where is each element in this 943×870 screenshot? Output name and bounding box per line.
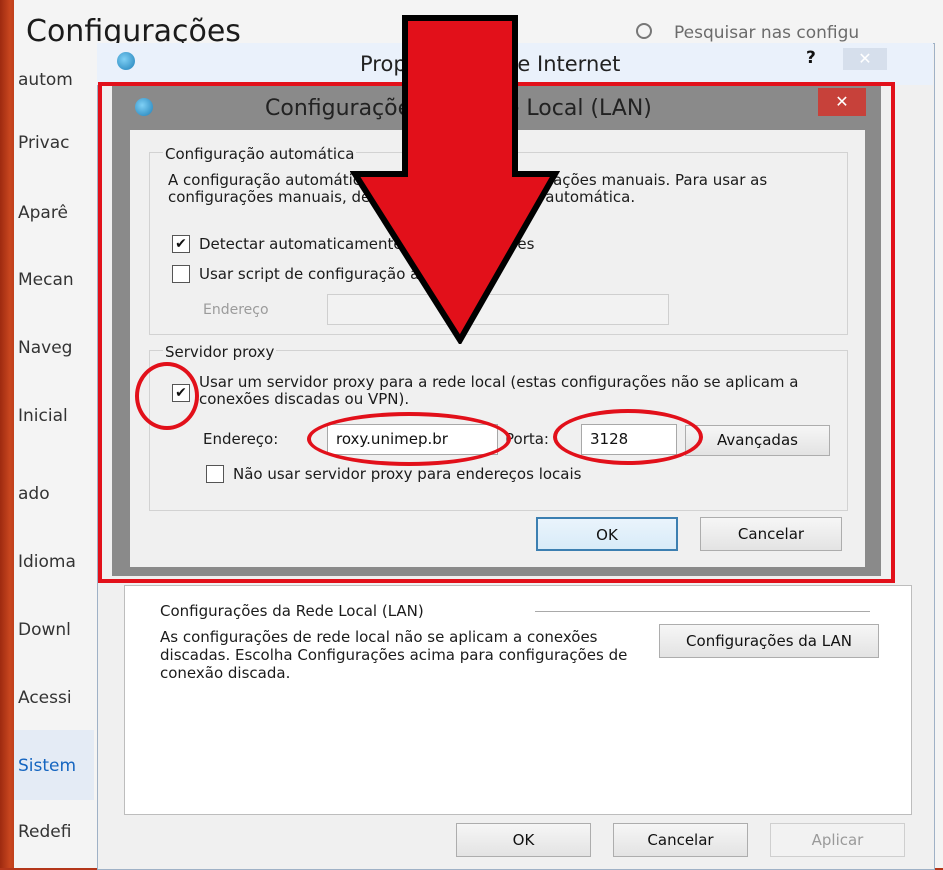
sidebar-item-appearance[interactable]: Aparê bbox=[18, 203, 68, 223]
sidebar-item-languages[interactable]: Idioma bbox=[18, 552, 76, 572]
internet-options-cancel-button[interactable]: Cancelar bbox=[613, 823, 748, 857]
group-divider bbox=[535, 611, 870, 612]
sidebar-item-ado[interactable]: ado bbox=[18, 484, 50, 504]
annotation-circle-checkbox bbox=[135, 362, 199, 430]
lan-settings-button[interactable]: Configurações da LAN bbox=[659, 624, 879, 658]
settings-search-input[interactable]: Pesquisar nas configu bbox=[636, 22, 859, 43]
internet-options-ok-button[interactable]: OK bbox=[456, 823, 591, 857]
sidebar-item-downloads[interactable]: Downl bbox=[18, 620, 71, 640]
sidebar-item-reset[interactable]: Redefi bbox=[18, 822, 71, 842]
internet-options-apply-button[interactable]: Aplicar bbox=[770, 823, 905, 857]
internet-options-close-button[interactable]: ✕ bbox=[843, 48, 887, 70]
sidebar-item-browser[interactable]: Naveg bbox=[18, 338, 72, 358]
sidebar-item-startup[interactable]: Inicial bbox=[18, 406, 68, 426]
annotation-circle-address bbox=[307, 412, 511, 466]
sidebar-item-system[interactable]: Sistem bbox=[18, 756, 76, 776]
lan-settings-description: As configurações de rede local não se ap… bbox=[160, 628, 628, 682]
search-icon bbox=[636, 23, 652, 39]
lan-settings-group-label: Configurações da Rede Local (LAN) bbox=[160, 602, 424, 620]
annotation-down-arrow-icon bbox=[350, 15, 560, 344]
sidebar-item-accessibility[interactable]: Acessi bbox=[18, 688, 72, 708]
help-button[interactable]: ? bbox=[806, 48, 816, 68]
sidebar-item-engine[interactable]: Mecan bbox=[18, 270, 74, 290]
close-icon: ✕ bbox=[858, 49, 872, 68]
sidebar-item-privacy[interactable]: Privac bbox=[18, 133, 70, 153]
sidebar-item-autom[interactable]: autom bbox=[18, 70, 73, 90]
search-placeholder: Pesquisar nas configu bbox=[674, 23, 860, 43]
internet-options-globe-icon bbox=[117, 52, 135, 70]
annotation-circle-port bbox=[553, 409, 703, 465]
